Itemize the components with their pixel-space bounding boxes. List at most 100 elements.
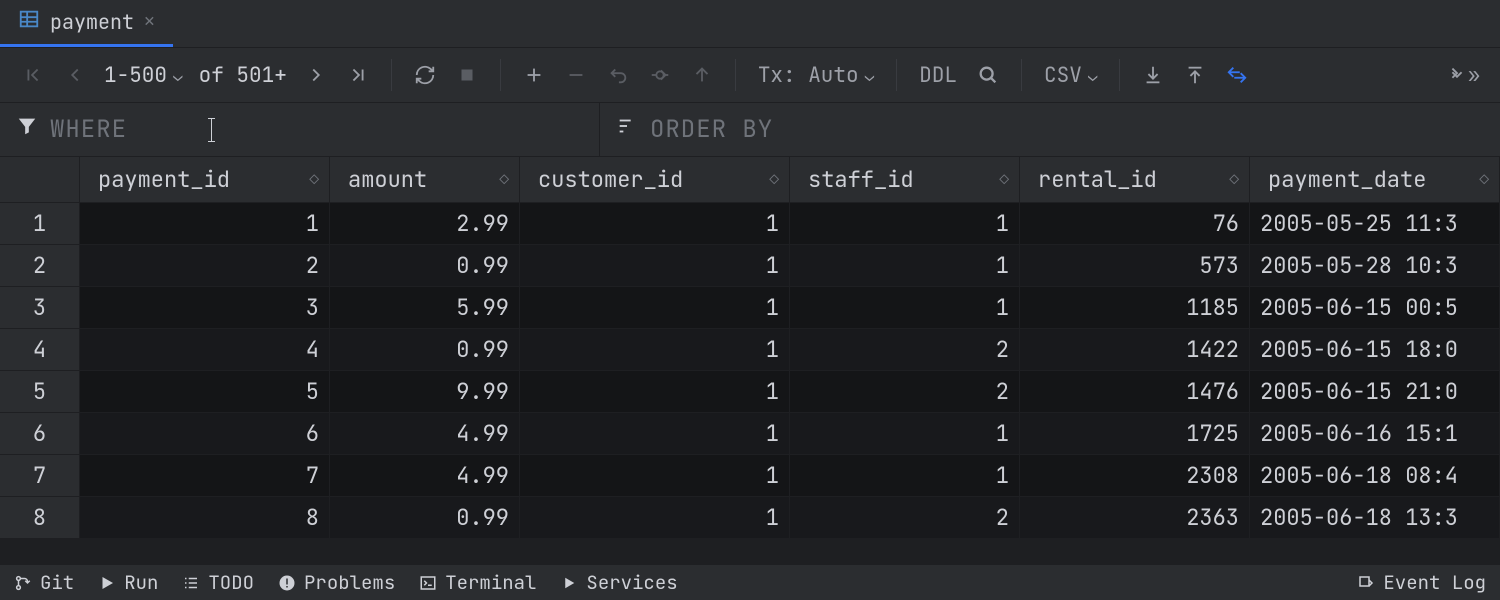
cell-rental_id[interactable]: 1476 xyxy=(1020,371,1250,413)
table-row[interactable]: 880.991223632005-06-18 13:3 xyxy=(0,497,1500,539)
cell-amount[interactable]: 9.99 xyxy=(330,371,520,413)
cell-payment_date[interactable]: 2005-06-15 21:0 xyxy=(1250,371,1500,413)
search-button[interactable] xyxy=(969,56,1007,94)
export-download-button[interactable] xyxy=(1134,56,1172,94)
cell-amount[interactable]: 4.99 xyxy=(330,413,520,455)
row-number[interactable]: 5 xyxy=(0,371,80,413)
add-row-button[interactable] xyxy=(515,56,553,94)
cell-payment_id[interactable]: 1 xyxy=(80,203,330,245)
next-page-button[interactable] xyxy=(297,56,335,94)
cell-staff_id[interactable]: 2 xyxy=(790,329,1020,371)
table-row[interactable]: 559.991214762005-06-15 21:0 xyxy=(0,371,1500,413)
cell-staff_id[interactable]: 1 xyxy=(790,455,1020,497)
table-row[interactable]: 440.991214222005-06-15 18:0 xyxy=(0,329,1500,371)
ddl-button[interactable]: DDL xyxy=(911,56,965,94)
cell-rental_id[interactable]: 1185 xyxy=(1020,287,1250,329)
cell-amount[interactable]: 4.99 xyxy=(330,455,520,497)
prev-page-button[interactable] xyxy=(56,56,94,94)
cell-payment_id[interactable]: 7 xyxy=(80,455,330,497)
cell-amount[interactable]: 5.99 xyxy=(330,287,520,329)
compare-button[interactable] xyxy=(1218,56,1256,94)
first-page-button[interactable] xyxy=(14,56,52,94)
row-number[interactable]: 2 xyxy=(0,245,80,287)
cell-customer_id[interactable]: 1 xyxy=(520,203,790,245)
row-number[interactable]: 8 xyxy=(0,497,80,539)
cell-rental_id[interactable]: 1422 xyxy=(1020,329,1250,371)
table-row[interactable]: 335.991111852005-06-15 00:5 xyxy=(0,287,1500,329)
status-problems[interactable]: Problems xyxy=(278,570,395,595)
cell-payment_id[interactable]: 4 xyxy=(80,329,330,371)
cell-payment_date[interactable]: 2005-06-15 00:5 xyxy=(1250,287,1500,329)
cell-payment_date[interactable]: 2005-06-15 18:0 xyxy=(1250,329,1500,371)
table-row[interactable]: 112.9911762005-05-25 11:3 xyxy=(0,203,1500,245)
tx-mode-dropdown[interactable]: Tx: Auto ⌄ xyxy=(750,56,882,94)
more-actions-button[interactable]: » xyxy=(1440,56,1486,94)
row-number[interactable]: 4 xyxy=(0,329,80,371)
cell-staff_id[interactable]: 2 xyxy=(790,497,1020,539)
cell-payment_id[interactable]: 3 xyxy=(80,287,330,329)
cell-payment_id[interactable]: 2 xyxy=(80,245,330,287)
table-row[interactable]: 220.99115732005-05-28 10:3 xyxy=(0,245,1500,287)
page-range-dropdown[interactable]: 1-500 ⌄ xyxy=(98,62,189,89)
cell-customer_id[interactable]: 1 xyxy=(520,329,790,371)
cell-amount[interactable]: 2.99 xyxy=(330,203,520,245)
cell-staff_id[interactable]: 2 xyxy=(790,371,1020,413)
cell-customer_id[interactable]: 1 xyxy=(520,245,790,287)
cell-rental_id[interactable]: 76 xyxy=(1020,203,1250,245)
cell-payment_date[interactable]: 2005-06-18 13:3 xyxy=(1250,497,1500,539)
cell-rental_id[interactable]: 2363 xyxy=(1020,497,1250,539)
status-todo[interactable]: TODO xyxy=(182,570,254,595)
last-page-button[interactable] xyxy=(339,56,377,94)
export-format-dropdown[interactable]: CSV ⌄ xyxy=(1036,56,1105,94)
cell-customer_id[interactable]: 1 xyxy=(520,287,790,329)
tab-payment[interactable]: payment ✕ xyxy=(0,0,173,47)
row-number[interactable]: 1 xyxy=(0,203,80,245)
column-header-payment_date[interactable]: payment_date◇ xyxy=(1250,157,1500,203)
cell-payment_id[interactable]: 5 xyxy=(80,371,330,413)
cell-payment_id[interactable]: 6 xyxy=(80,413,330,455)
cell-rental_id[interactable]: 2308 xyxy=(1020,455,1250,497)
row-number[interactable]: 7 xyxy=(0,455,80,497)
cell-amount[interactable]: 0.99 xyxy=(330,497,520,539)
cell-payment_date[interactable]: 2005-06-16 15:1 xyxy=(1250,413,1500,455)
column-header-rental_id[interactable]: rental_id◇ xyxy=(1020,157,1250,203)
cell-staff_id[interactable]: 1 xyxy=(790,203,1020,245)
cell-customer_id[interactable]: 1 xyxy=(520,497,790,539)
cell-staff_id[interactable]: 1 xyxy=(790,413,1020,455)
column-header-payment_id[interactable]: payment_id◇ xyxy=(80,157,330,203)
table-row[interactable]: 664.991117252005-06-16 15:1 xyxy=(0,413,1500,455)
stop-button[interactable] xyxy=(448,56,486,94)
cell-payment_date[interactable]: 2005-06-18 08:4 xyxy=(1250,455,1500,497)
column-header-staff_id[interactable]: staff_id◇ xyxy=(790,157,1020,203)
cell-customer_id[interactable]: 1 xyxy=(520,371,790,413)
column-header-amount[interactable]: amount◇ xyxy=(330,157,520,203)
row-gutter-header[interactable] xyxy=(0,157,80,203)
row-number[interactable]: 6 xyxy=(0,413,80,455)
cell-rental_id[interactable]: 1725 xyxy=(1020,413,1250,455)
cell-rental_id[interactable]: 573 xyxy=(1020,245,1250,287)
cell-amount[interactable]: 0.99 xyxy=(330,245,520,287)
status-run[interactable]: Run xyxy=(98,570,158,595)
cell-customer_id[interactable]: 1 xyxy=(520,455,790,497)
orderby-filter-input[interactable]: ORDER BY xyxy=(600,103,1500,156)
export-upload-button[interactable] xyxy=(1176,56,1214,94)
column-header-customer_id[interactable]: customer_id◇ xyxy=(520,157,790,203)
where-filter-input[interactable]: WHERE xyxy=(0,103,600,156)
status-git[interactable]: Git xyxy=(14,570,74,595)
cell-payment_date[interactable]: 2005-05-28 10:3 xyxy=(1250,245,1500,287)
cell-staff_id[interactable]: 1 xyxy=(790,245,1020,287)
commit-button[interactable] xyxy=(641,56,679,94)
cell-amount[interactable]: 0.99 xyxy=(330,329,520,371)
status-services[interactable]: Services xyxy=(560,570,677,595)
status-event-log[interactable]: Event Log xyxy=(1357,570,1486,595)
table-row[interactable]: 774.991123082005-06-18 08:4 xyxy=(0,455,1500,497)
cell-customer_id[interactable]: 1 xyxy=(520,413,790,455)
close-icon[interactable]: ✕ xyxy=(144,10,155,33)
submit-button[interactable] xyxy=(683,56,721,94)
row-number[interactable]: 3 xyxy=(0,287,80,329)
cell-payment_date[interactable]: 2005-05-25 11:3 xyxy=(1250,203,1500,245)
delete-row-button[interactable] xyxy=(557,56,595,94)
reload-button[interactable] xyxy=(406,56,444,94)
cell-staff_id[interactable]: 1 xyxy=(790,287,1020,329)
status-terminal[interactable]: Terminal xyxy=(419,570,536,595)
